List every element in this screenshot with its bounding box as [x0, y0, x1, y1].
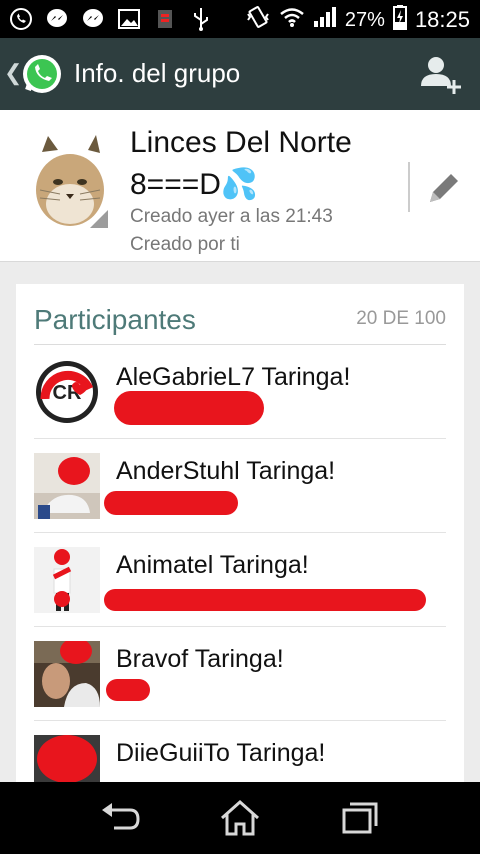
- messenger-icon: [44, 6, 70, 32]
- group-name: Linces Del Norte 8===D💦: [130, 126, 352, 201]
- avatar: [34, 547, 100, 613]
- list-item[interactable]: Bravof Taringa!: [16, 627, 464, 721]
- navigation-bar: [0, 782, 480, 854]
- list-item[interactable]: CR AleGabrieL7 Taringa!: [16, 345, 464, 439]
- list-item[interactable]: DiieGuiiTo Taringa!: [16, 721, 464, 782]
- add-participant-icon[interactable]: [416, 50, 464, 98]
- back-icon[interactable]: [98, 798, 142, 838]
- participants-card: Participantes 20 DE 100 CR AleGabrieL7 T…: [16, 284, 464, 782]
- signal-icon: [313, 6, 337, 34]
- battery-charging-icon: [392, 4, 407, 36]
- redaction-mark: [106, 679, 150, 701]
- redaction-mark: [104, 491, 238, 515]
- avatar: [34, 453, 100, 519]
- participant-name: AleGabrieL7 Taringa!: [116, 363, 351, 391]
- participant-name: Animatel Taringa!: [116, 551, 309, 579]
- group-photo[interactable]: [28, 132, 112, 242]
- clock: 18:25: [414, 7, 470, 32]
- participants-heading: Participantes: [34, 304, 196, 335]
- redaction-mark: [104, 589, 426, 611]
- notification-icons: [8, 6, 214, 32]
- sim-icon: [152, 6, 178, 32]
- avatar: [34, 641, 100, 707]
- page-title: Info. del grupo: [74, 58, 241, 88]
- participant-name: DiieGuiiTo Taringa!: [116, 739, 326, 767]
- avatar: [34, 735, 100, 782]
- whatsapp-logo-icon[interactable]: [20, 52, 64, 96]
- vibrate-icon: [245, 4, 271, 36]
- messenger-icon: [80, 6, 106, 32]
- battery-level: 27%: [344, 8, 385, 31]
- avatar: CR: [34, 359, 100, 425]
- edit-pencil-icon[interactable]: [424, 170, 462, 208]
- redaction-mark: [114, 391, 264, 425]
- system-indicators: 27% 18:25: [245, 4, 470, 36]
- created-date: Creado ayer a las 21:43: [130, 206, 333, 227]
- usb-icon: [188, 6, 214, 32]
- participant-name: AnderStuhl Taringa!: [116, 457, 336, 485]
- recent-apps-icon[interactable]: [338, 798, 382, 838]
- action-bar: ❮ Info. del grupo: [0, 38, 480, 110]
- whatsapp-notification-icon: [8, 6, 34, 32]
- status-bar: 27% 18:25: [0, 0, 480, 38]
- list-item[interactable]: AnderStuhl Taringa!: [16, 439, 464, 533]
- wifi-icon: [279, 6, 305, 34]
- vertical-divider: [408, 162, 410, 212]
- participant-name: Bravof Taringa!: [116, 645, 284, 673]
- list-item[interactable]: Animatel Taringa!: [16, 533, 464, 627]
- participants-count: 20 DE 100: [356, 308, 446, 329]
- home-icon[interactable]: [218, 798, 262, 838]
- image-icon: [116, 6, 142, 32]
- group-header: Linces Del Norte 8===D💦 Creado ayer a la…: [0, 110, 480, 262]
- created-by: Creado por ti: [130, 234, 240, 255]
